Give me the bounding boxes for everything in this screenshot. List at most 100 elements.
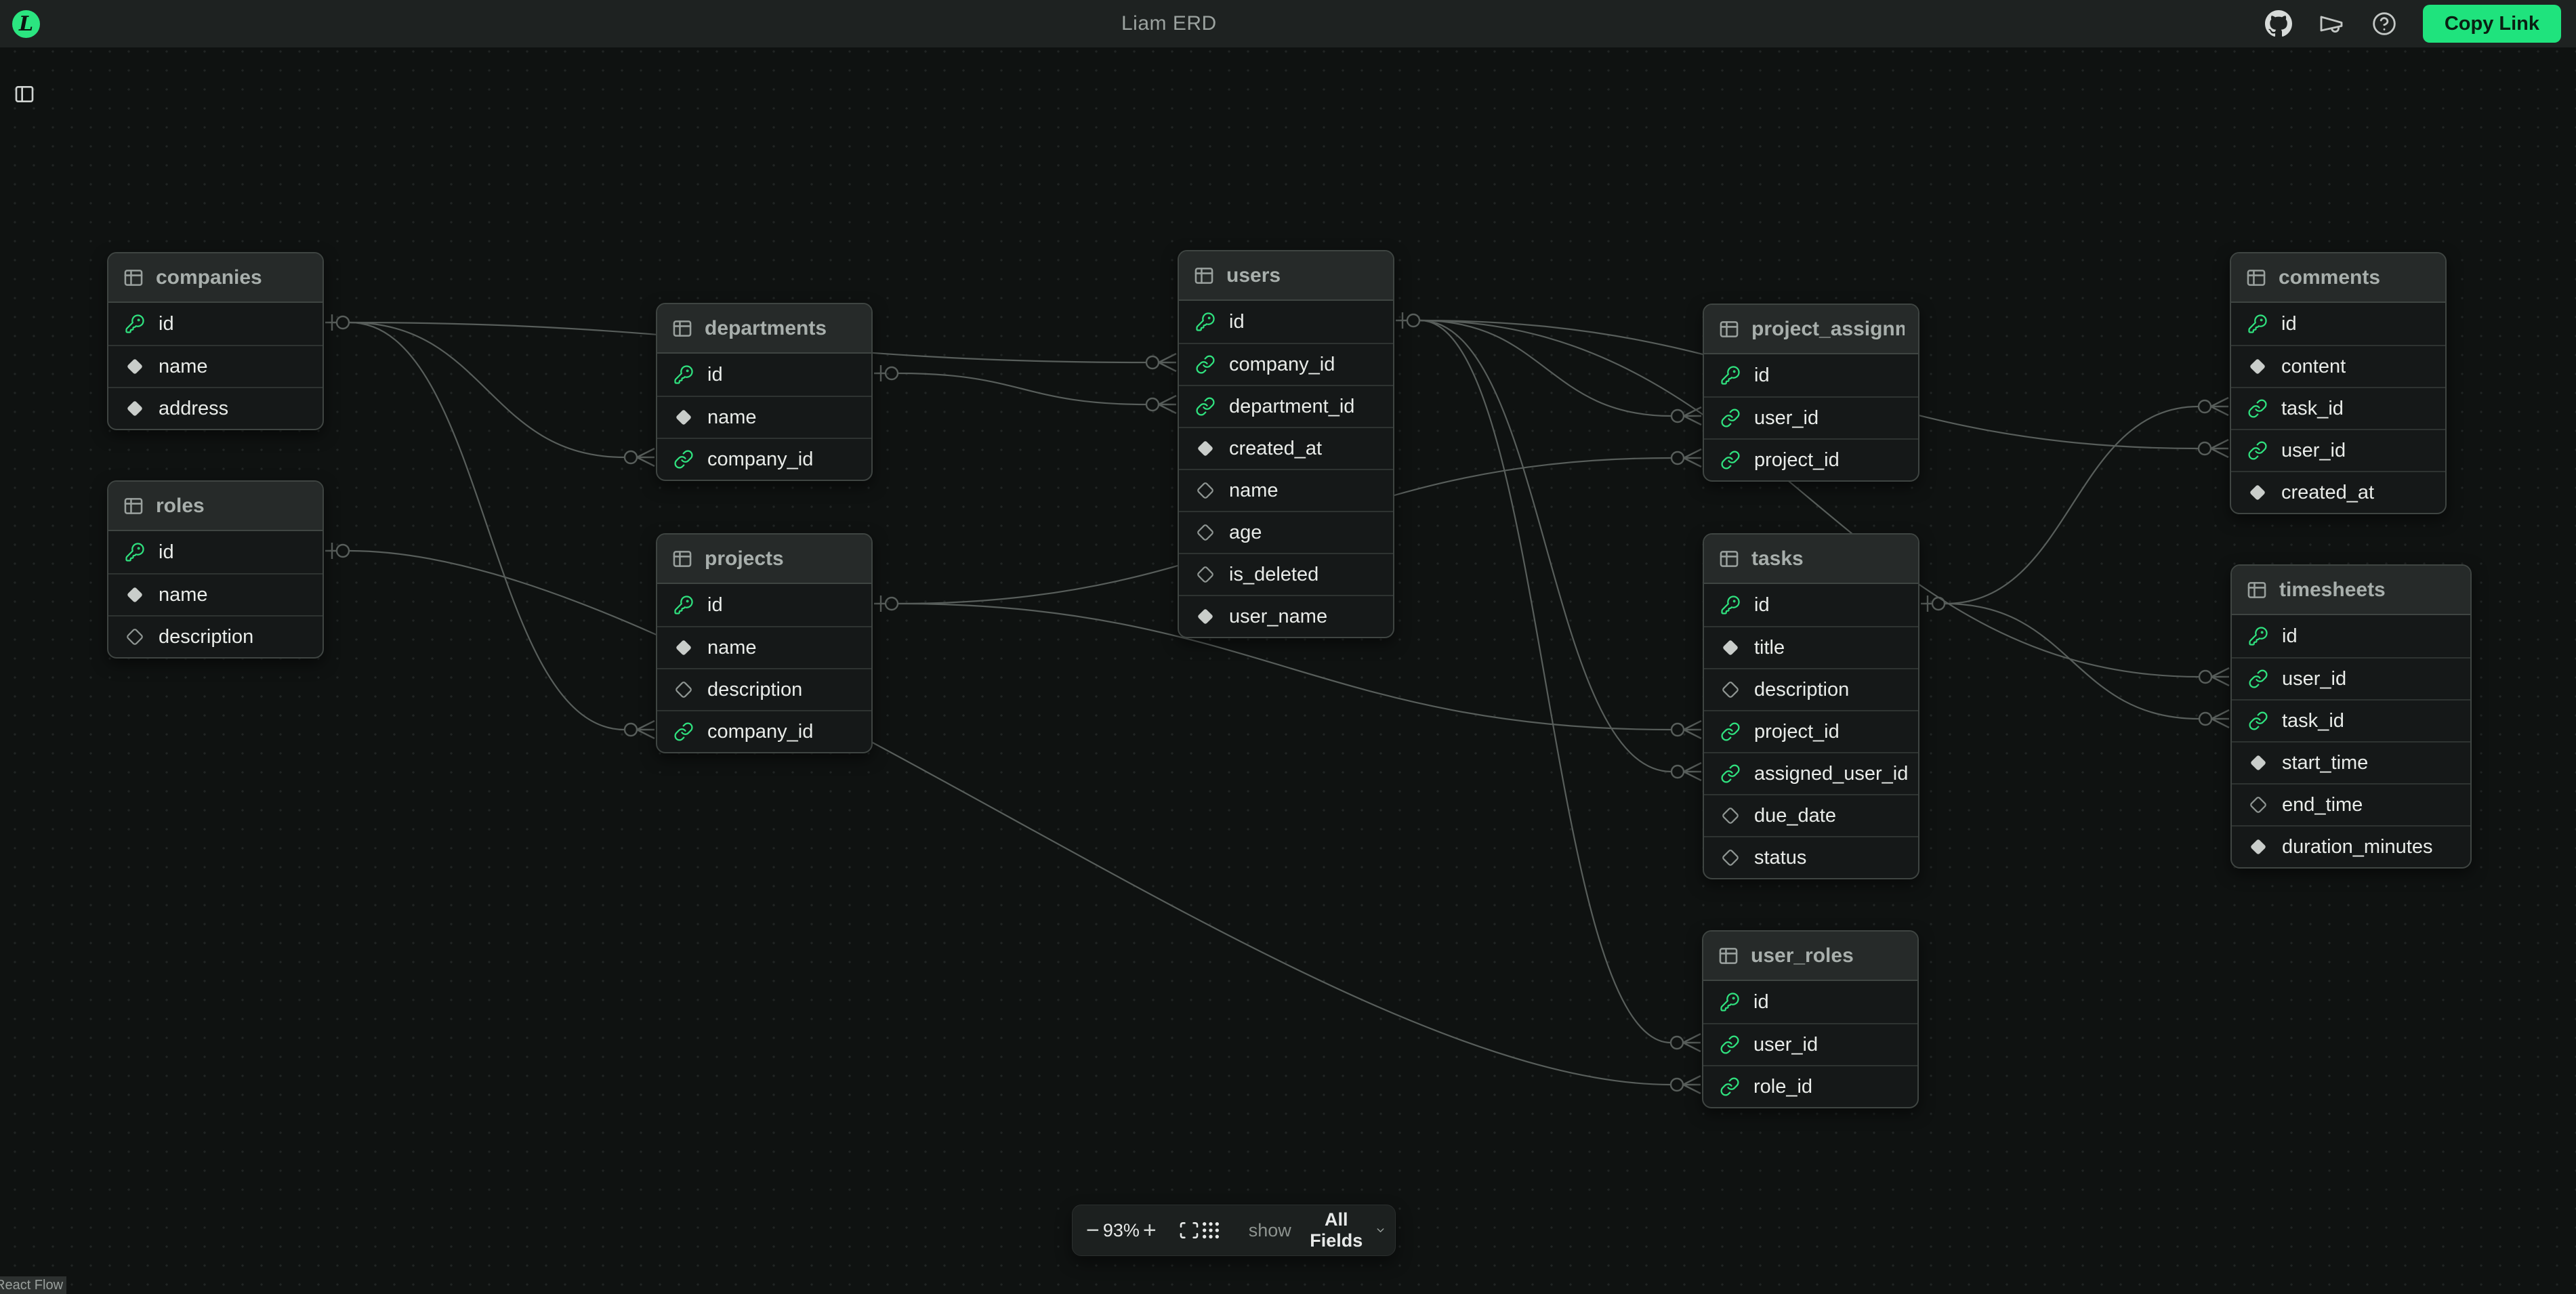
field-row-companies-address[interactable]: address (108, 387, 323, 429)
field-row-projects-description[interactable]: description (657, 668, 871, 710)
field-name: id (159, 541, 174, 564)
table-icon (1717, 944, 1740, 967)
field-row-tasks-due_date[interactable]: due_date (1704, 794, 1918, 836)
field-row-users-id[interactable]: id (1179, 301, 1393, 343)
copy-link-button[interactable]: Copy Link (2423, 5, 2561, 43)
table-node-users[interactable]: usersidcompany_iddepartment_idcreated_at… (1178, 250, 1394, 638)
field-row-users-user_name[interactable]: user_name (1179, 595, 1393, 637)
react-flow-attribution[interactable]: React Flow (0, 1276, 66, 1294)
edge-tasks-comments (1945, 406, 2199, 604)
field-row-projects-company_id[interactable]: company_id (657, 710, 871, 752)
field-row-companies-name[interactable]: name (108, 345, 323, 387)
fields-filter-select[interactable]: All Fields (1304, 1209, 1390, 1252)
table-header-departments[interactable]: departments (657, 304, 871, 354)
field-row-tasks-status[interactable]: status (1704, 836, 1918, 878)
field-row-roles-description[interactable]: description (108, 615, 323, 657)
field-row-user_roles-role_id[interactable]: role_id (1703, 1065, 1917, 1107)
fit-view-icon (1178, 1219, 1200, 1241)
field-row-tasks-project_id[interactable]: project_id (1704, 710, 1918, 752)
cardinality-one-marker (325, 543, 349, 559)
field-row-tasks-title[interactable]: title (1704, 626, 1918, 668)
field-row-project_assignments-id[interactable]: id (1704, 354, 1918, 396)
table-node-user_roles[interactable]: user_rolesid user_idrole_id (1702, 930, 1919, 1108)
sidebar-toggle-button[interactable] (9, 81, 39, 108)
field-row-users-name[interactable]: name (1179, 469, 1393, 511)
feedback-button[interactable] (2317, 9, 2346, 38)
table-header-users[interactable]: users (1179, 251, 1393, 301)
table-header-companies[interactable]: companies (108, 253, 323, 303)
field-row-comments-user_id[interactable]: user_id (2231, 429, 2445, 471)
zoom-in-button[interactable]: + (1143, 1214, 1157, 1247)
field-row-timesheets-task_id[interactable]: task_id (2232, 699, 2470, 741)
link-icon (2247, 398, 2268, 419)
table-node-project_assignments[interactable]: project_assignme...iduser_idproject_id (1703, 304, 1919, 482)
table-header-comments[interactable]: comments (2231, 253, 2445, 303)
field-row-users-created_at[interactable]: created_at (1179, 427, 1393, 469)
field-name: id (1754, 594, 1770, 617)
field-row-users-age[interactable]: age (1179, 511, 1393, 553)
field-row-timesheets-start_time[interactable]: start_time (2232, 741, 2470, 783)
field-row-tasks-description[interactable]: description (1704, 668, 1918, 710)
liam-logo[interactable]: L (12, 10, 40, 38)
field-row-timesheets-id[interactable]: id (2232, 615, 2470, 657)
link-icon (1195, 396, 1216, 417)
table-name: timesheets (2279, 579, 2386, 602)
table-node-timesheets[interactable]: timesheets iduser_idtask_idstart_timeend_… (2230, 564, 2472, 869)
field-name: is_deleted (1229, 564, 1318, 586)
diamond-icon (125, 585, 145, 605)
field-row-timesheets-duration_minutes[interactable]: duration_minutes (2232, 825, 2470, 867)
tidy-up-button[interactable] (1200, 1214, 1222, 1247)
field-row-project_assignments-user_id[interactable]: user_id (1704, 396, 1918, 438)
zoom-out-button[interactable]: − (1086, 1214, 1100, 1247)
cardinality-many-marker (1671, 763, 1701, 780)
table-header-projects[interactable]: projects (657, 535, 871, 584)
table-header-roles[interactable]: roles (108, 482, 323, 531)
table-node-departments[interactable]: departmentsidnamecompany_id (656, 303, 873, 481)
field-row-companies-id[interactable]: id (108, 303, 323, 345)
diamond-icon (1195, 606, 1216, 627)
field-row-projects-id[interactable]: id (657, 584, 871, 626)
field-row-timesheets-user_id[interactable]: user_id (2232, 657, 2470, 699)
cardinality-many-marker (1671, 721, 1701, 738)
table-icon (122, 495, 145, 518)
table-node-projects[interactable]: projectsidnamedescriptioncompany_id (656, 533, 873, 753)
table-header-project_assignments[interactable]: project_assignme... (1704, 305, 1918, 354)
link-icon (1720, 764, 1741, 784)
table-header-tasks[interactable]: tasks (1704, 535, 1918, 584)
field-row-comments-created_at[interactable]: created_at (2231, 471, 2445, 513)
table-node-companies[interactable]: companiesidnameaddress (107, 252, 324, 430)
field-row-users-department_id[interactable]: department_id (1179, 385, 1393, 427)
field-name: due_date (1754, 805, 1836, 827)
cardinality-one-marker (874, 365, 898, 381)
key-icon (1720, 992, 1740, 1012)
field-name: user_name (1229, 606, 1327, 628)
fit-view-button[interactable] (1178, 1214, 1200, 1247)
table-icon (2245, 579, 2268, 602)
field-row-roles-id[interactable]: id (108, 531, 323, 573)
field-row-tasks-assigned_user_id[interactable]: assigned_user_id (1704, 752, 1918, 794)
field-row-user_roles-id[interactable]: id (1703, 981, 1917, 1023)
field-row-comments-id[interactable]: id (2231, 303, 2445, 345)
field-row-comments-content[interactable]: content (2231, 345, 2445, 387)
field-row-users-company_id[interactable]: company_id (1179, 343, 1393, 385)
field-row-roles-name[interactable]: name (108, 573, 323, 615)
github-button[interactable] (2264, 9, 2293, 38)
table-header-timesheets[interactable]: timesheets (2232, 566, 2470, 615)
field-row-users-is_deleted[interactable]: is_deleted (1179, 553, 1393, 595)
field-row-projects-name[interactable]: name (657, 626, 871, 668)
table-node-roles[interactable]: roles id namedescription (107, 480, 324, 659)
field-row-project_assignments-project_id[interactable]: project_id (1704, 438, 1918, 480)
field-row-tasks-id[interactable]: id (1704, 584, 1918, 626)
table-header-user_roles[interactable]: user_roles (1703, 932, 1917, 981)
table-node-tasks[interactable]: tasks id titledescriptionproject_idassigne… (1703, 533, 1919, 879)
field-name: id (1753, 991, 1769, 1014)
field-row-departments-name[interactable]: name (657, 396, 871, 438)
field-row-comments-task_id[interactable]: task_id (2231, 387, 2445, 429)
field-row-user_roles-user_id[interactable]: user_id (1703, 1023, 1917, 1065)
key-icon (673, 595, 694, 615)
field-row-timesheets-end_time[interactable]: end_time (2232, 783, 2470, 825)
field-row-departments-id[interactable]: id (657, 354, 871, 396)
field-row-departments-company_id[interactable]: company_id (657, 438, 871, 480)
help-button[interactable] (2370, 9, 2398, 38)
table-node-comments[interactable]: commentsidcontenttask_iduser_idcreated_a… (2230, 252, 2447, 514)
